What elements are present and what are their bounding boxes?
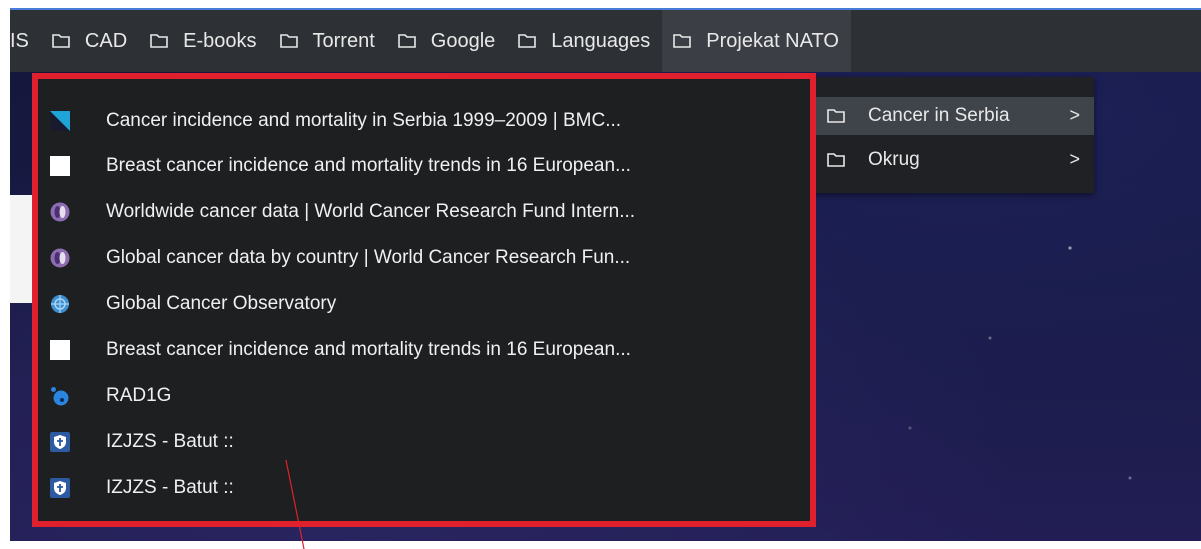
screenshot-frame: IS CAD E-books Torrent Google Languages … <box>0 0 1201 549</box>
annotation-line <box>285 459 305 549</box>
